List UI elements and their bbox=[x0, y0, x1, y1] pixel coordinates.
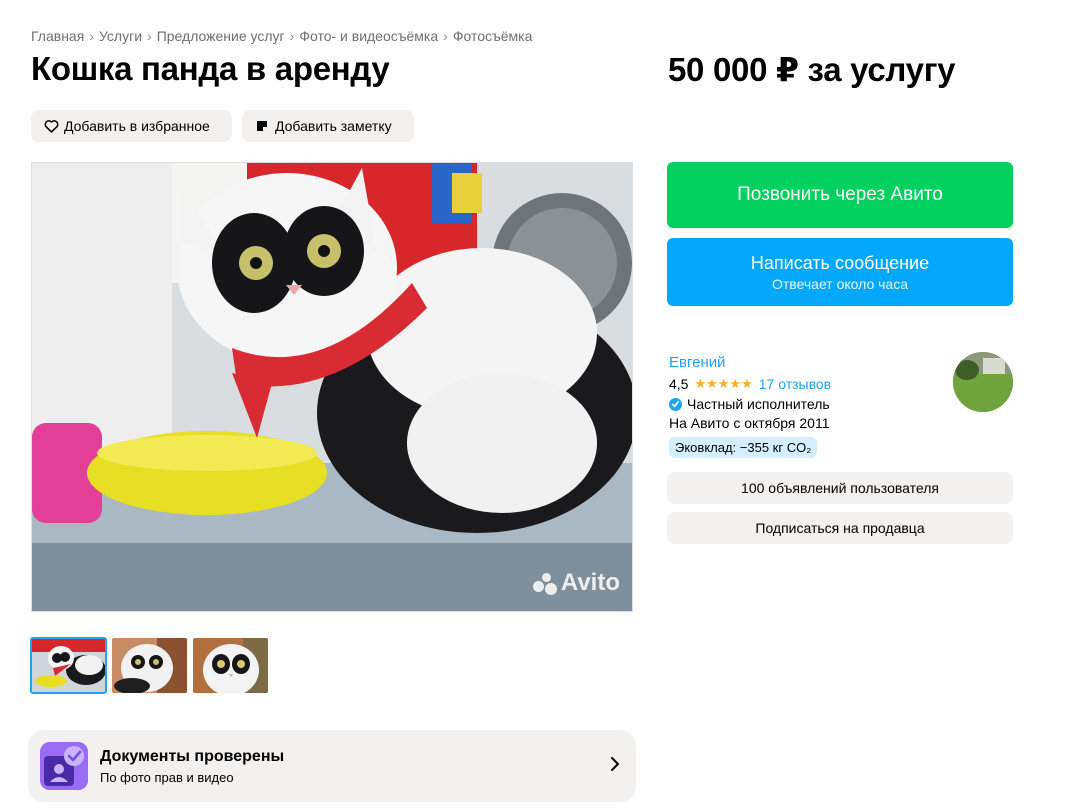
chevron-right-icon bbox=[610, 756, 620, 777]
documents-verified-subtitle: По фото прав и видео bbox=[100, 769, 234, 785]
response-time-label: Отвечает около часа bbox=[771, 275, 909, 292]
add-note-label: Добавить заметку bbox=[275, 118, 392, 134]
seller-name-link[interactable]: Евгений bbox=[669, 354, 726, 371]
breadcrumb-item-photo-video[interactable]: Фото- и видеосъёмка bbox=[299, 28, 438, 44]
documents-verified-title: Документы проверены bbox=[100, 747, 285, 765]
breadcrumb-separator: › bbox=[89, 28, 94, 44]
call-via-avito-button[interactable]: Позвонить через Авито bbox=[667, 162, 1013, 228]
verified-check-icon bbox=[669, 397, 682, 411]
breadcrumb-separator: › bbox=[147, 28, 152, 44]
watermark-text: Avito bbox=[560, 569, 620, 596]
eco-contribution-badge[interactable]: Эковклад: −355 кг CO₂ bbox=[669, 437, 818, 458]
avito-watermark: Avito bbox=[532, 569, 620, 597]
user-ads-button[interactable]: 100 объявлений пользователя bbox=[667, 472, 1013, 504]
main-photo[interactable]: Avito bbox=[31, 162, 633, 612]
documents-verified-icon bbox=[40, 742, 88, 790]
breadcrumb-separator: › bbox=[289, 28, 295, 44]
seller-type-label: Частный исполнитель bbox=[687, 396, 830, 412]
breadcrumb-separator: › bbox=[443, 28, 448, 44]
seller-avatar[interactable] bbox=[953, 352, 1013, 412]
avito-logo-icon bbox=[532, 572, 559, 595]
page-title: Кошка панда в аренду bbox=[31, 50, 390, 87]
seller-reviews-link[interactable]: 17 отзывов bbox=[759, 376, 831, 392]
heart-icon bbox=[43, 118, 59, 134]
thumbnail[interactable] bbox=[193, 638, 268, 693]
breadcrumb-item-service-offers[interactable]: Предложение услуг bbox=[157, 28, 285, 44]
seller-rating-value: 4,5 bbox=[669, 376, 689, 392]
add-note-button[interactable]: Добавить заметку bbox=[242, 110, 414, 142]
breadcrumb-item-services[interactable]: Услуги bbox=[99, 28, 142, 44]
add-to-favorites-label: Добавить в избранное bbox=[64, 118, 210, 134]
rating-stars-icon: ★★★★★ bbox=[694, 376, 753, 391]
note-icon bbox=[254, 118, 270, 134]
write-message-button[interactable]: Написать сообщение Отвечает около часа bbox=[667, 238, 1013, 306]
subscribe-seller-button[interactable]: Подписаться на продавца bbox=[667, 512, 1013, 544]
breadcrumb-item-home[interactable]: Главная bbox=[31, 28, 84, 44]
documents-verified-card[interactable]: Документы проверены По фото прав и видео bbox=[28, 730, 636, 802]
write-message-label: Написать сообщение bbox=[750, 252, 930, 273]
thumbnail[interactable] bbox=[30, 637, 107, 694]
thumbnail-strip bbox=[30, 637, 268, 694]
price: 50 000 ₽ за услугу bbox=[668, 51, 956, 88]
add-to-favorites-button[interactable]: Добавить в избранное bbox=[31, 110, 232, 142]
breadcrumb-item-photo[interactable]: Фотосъёмка bbox=[453, 28, 533, 44]
seller-since-label: На Авито с октября 2011 bbox=[669, 415, 830, 431]
thumbnail[interactable] bbox=[112, 638, 187, 693]
breadcrumb: Главная › Услуги › Предложение услуг › Фото- и… bbox=[31, 28, 532, 44]
